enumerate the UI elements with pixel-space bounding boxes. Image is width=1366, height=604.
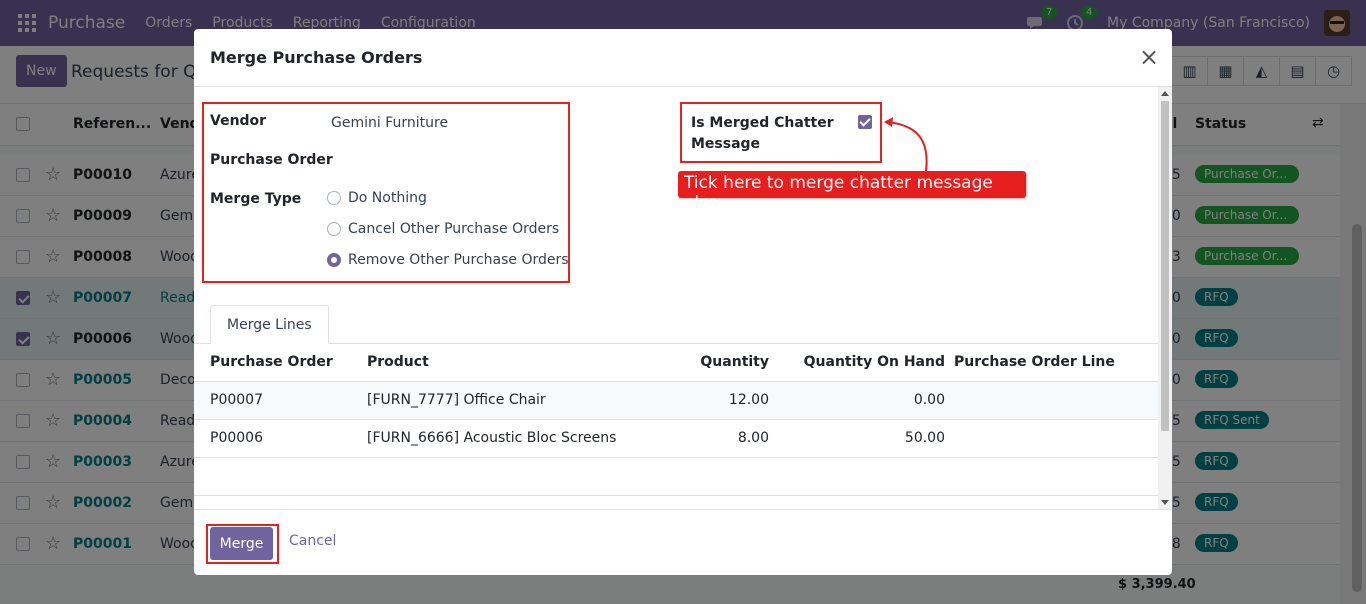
cell-quantity: 8.00: [737, 430, 769, 446]
merge-lines-table: Purchase Order Product Quantity Quantity…: [194, 344, 1158, 496]
radio-cancel-other-label: Cancel Other Purchase Orders: [348, 221, 560, 237]
scroll-down-icon[interactable]: [1161, 500, 1169, 505]
radio-remove-other[interactable]: Remove Other Purchase Orders: [327, 252, 569, 268]
merged-chatter-checkbox[interactable]: [858, 115, 872, 129]
close-icon[interactable]: ×: [1139, 45, 1159, 69]
table-row[interactable]: P00007 [FURN_7777] Office Chair 12.00 0.00: [194, 382, 1158, 420]
table-body: P00007 [FURN_7777] Office Chair 12.00 0.00 P…: [194, 382, 1158, 458]
table-row[interactable]: P00006 [FURN_6666] Acoustic Bloc Screens 8…: [194, 420, 1158, 458]
annotation-callout: Tick here to merge chatter message also: [678, 171, 1026, 213]
col-quantity[interactable]: Quantity: [700, 354, 769, 370]
cell-purchase-order: P00007: [210, 392, 263, 408]
cell-purchase-order: P00006: [210, 430, 263, 446]
merge-type-label: Merge Type: [210, 191, 302, 207]
cell-product: [FURN_7777] Office Chair: [367, 392, 546, 408]
tab-merge-lines[interactable]: Merge Lines: [210, 305, 329, 344]
scroll-up-icon[interactable]: [1161, 91, 1169, 96]
scroll-thumb[interactable]: [1161, 101, 1169, 431]
cell-quantity-on-hand: 0.00: [913, 392, 945, 408]
radio-cancel-other[interactable]: Cancel Other Purchase Orders: [327, 221, 559, 237]
purchase-order-label: Purchase Order: [210, 152, 333, 168]
radio-cancel-other-dot[interactable]: [327, 222, 341, 236]
cell-quantity: 12.00: [728, 392, 769, 408]
radio-do-nothing-dot[interactable]: [327, 191, 341, 205]
merge-dialog: Merge Purchase Orders × Vendor Gemini Fu…: [194, 29, 1172, 575]
col-purchase-order[interactable]: Purchase Order: [210, 354, 333, 370]
chatter-label-line1: Is Merged Chatter: [691, 115, 834, 131]
table-empty-row: [194, 458, 1158, 496]
cell-product: [FURN_6666] Acoustic Bloc Screens: [367, 430, 617, 446]
dialog-tabs: Merge Lines: [194, 305, 1158, 344]
vendor-label: Vendor: [210, 113, 267, 129]
vendor-field[interactable]: Gemini Furniture: [331, 115, 448, 131]
cell-quantity-on-hand: 50.00: [904, 430, 945, 446]
merge-button[interactable]: Merge: [210, 527, 273, 560]
dialog-footer: Merge Cancel: [194, 509, 1172, 575]
annotation-arrow: [884, 117, 928, 172]
col-product[interactable]: Product: [367, 354, 429, 370]
chatter-label: Is Merged Chatter Message: [691, 113, 834, 155]
chatter-label-line2: Message: [691, 136, 761, 152]
col-quantity-on-hand[interactable]: Quantity On Hand: [804, 354, 945, 370]
radio-do-nothing-label: Do Nothing: [348, 190, 427, 206]
radio-remove-other-dot[interactable]: [327, 253, 341, 267]
radio-remove-other-label: Remove Other Purchase Orders: [348, 252, 569, 268]
radio-do-nothing[interactable]: Do Nothing: [327, 190, 427, 206]
table-header: Purchase Order Product Quantity Quantity…: [194, 344, 1158, 382]
col-purchase-order-line[interactable]: Purchase Order Line: [954, 354, 1115, 370]
dialog-title: Merge Purchase Orders: [210, 48, 423, 67]
dialog-scrollbar[interactable]: [1158, 87, 1172, 509]
dialog-body: Vendor Gemini Furniture Purchase Order M…: [194, 87, 1158, 509]
dialog-header: Merge Purchase Orders ×: [194, 29, 1172, 87]
cancel-button[interactable]: Cancel: [289, 533, 336, 549]
